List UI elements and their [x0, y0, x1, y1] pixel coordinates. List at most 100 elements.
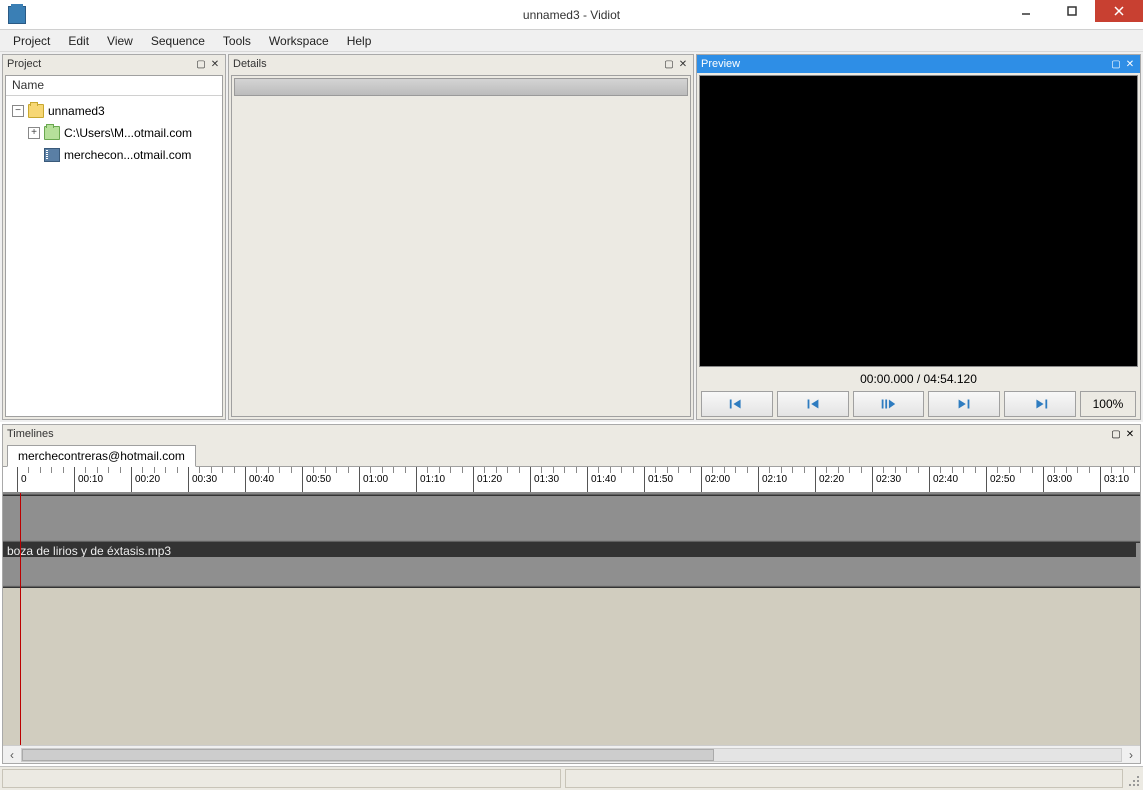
- ruler-tick: 01:50: [644, 467, 645, 493]
- timelines-panel-header[interactable]: Timelines ▢ ✕: [3, 425, 1140, 443]
- ruler-label: 02:00: [705, 474, 730, 485]
- menu-sequence[interactable]: Sequence: [142, 31, 214, 51]
- timeline-scrollbar[interactable]: ‹ ›: [3, 745, 1140, 763]
- ruler-tick: 0: [17, 467, 18, 493]
- scroll-track[interactable]: [21, 748, 1122, 762]
- details-panel: Details ▢ ✕: [228, 54, 694, 420]
- preview-panel-header[interactable]: Preview ▢ ✕: [697, 55, 1140, 73]
- clip-body: [3, 557, 1136, 585]
- play-pause-button[interactable]: [853, 391, 925, 417]
- ruler-tick: 02:10: [758, 467, 759, 493]
- timeline-tab[interactable]: merchecontreras@hotmail.com: [7, 445, 196, 467]
- menu-help[interactable]: Help: [338, 31, 381, 51]
- media-icon: [44, 148, 60, 162]
- ruler-tick: 03:00: [1043, 467, 1044, 493]
- ruler-label: 02:30: [876, 474, 901, 485]
- ruler-tick: 00:50: [302, 467, 303, 493]
- maximize-button[interactable]: [1049, 0, 1095, 22]
- ruler-label: 03:10: [1104, 474, 1129, 485]
- scroll-right-button[interactable]: ›: [1122, 747, 1140, 763]
- ruler-label: 01:20: [477, 474, 502, 485]
- tree-root-row[interactable]: − unnamed3: [8, 100, 220, 122]
- close-button[interactable]: [1095, 0, 1143, 22]
- menu-project[interactable]: Project: [4, 31, 59, 51]
- timelines-panel: Timelines ▢ ✕ merchecontreras@hotmail.co…: [2, 424, 1141, 764]
- ruler-label: 00:10: [78, 474, 103, 485]
- preview-panel-title: Preview: [701, 58, 1110, 70]
- audio-track[interactable]: boza de lirios y de éxtasis.mp3: [3, 543, 1140, 585]
- tree-media-label: merchecon...otmail.com: [64, 148, 191, 162]
- timeline-empty-area: [3, 588, 1140, 684]
- preview-video[interactable]: [699, 75, 1138, 367]
- panel-close-icon[interactable]: ✕: [1124, 58, 1136, 70]
- ruler-tick: 01:40: [587, 467, 588, 493]
- details-panel-title: Details: [233, 58, 663, 70]
- step-forward-button[interactable]: [928, 391, 1000, 417]
- ruler-label: 01:00: [363, 474, 388, 485]
- ruler-tick: 01:00: [359, 467, 360, 493]
- panel-dock-icon[interactable]: ▢: [663, 58, 675, 70]
- clip-label: boza de lirios y de éxtasis.mp3: [7, 544, 171, 558]
- panel-dock-icon[interactable]: ▢: [1110, 58, 1122, 70]
- go-end-button[interactable]: [1004, 391, 1076, 417]
- tree-folder-row[interactable]: + C:\Users\M...otmail.com: [8, 122, 220, 144]
- ruler-label: 00:30: [192, 474, 217, 485]
- video-track[interactable]: [3, 496, 1140, 540]
- panel-dock-icon[interactable]: ▢: [195, 58, 207, 70]
- ruler-tick: 01:30: [530, 467, 531, 493]
- menu-view[interactable]: View: [98, 31, 142, 51]
- resize-grip[interactable]: [1125, 767, 1143, 790]
- tree-media-row[interactable]: merchecon...otmail.com: [8, 144, 220, 166]
- project-panel-title: Project: [7, 58, 195, 70]
- ruler-label: 02:10: [762, 474, 787, 485]
- tree-root-label: unnamed3: [48, 104, 105, 118]
- details-panel-header[interactable]: Details ▢ ✕: [229, 55, 693, 73]
- project-panel: Project ▢ ✕ Name − unnamed3 + C:\Users\M…: [2, 54, 226, 420]
- ruler-label: 02:40: [933, 474, 958, 485]
- expand-icon[interactable]: +: [28, 127, 40, 139]
- ruler-label: 0: [21, 474, 27, 485]
- app-icon: [8, 6, 26, 24]
- audio-clip[interactable]: boza de lirios y de éxtasis.mp3: [3, 543, 1136, 585]
- workspace: Project ▢ ✕ Name − unnamed3 + C:\Users\M…: [0, 52, 1143, 422]
- window-title: unnamed3 - Vidiot: [523, 8, 620, 22]
- minimize-button[interactable]: [1003, 0, 1049, 22]
- ruler-label: 01:10: [420, 474, 445, 485]
- ruler-tick: 03:10: [1100, 467, 1101, 493]
- statusbar: [0, 766, 1143, 790]
- menu-tools[interactable]: Tools: [214, 31, 260, 51]
- panel-close-icon[interactable]: ✕: [1124, 428, 1136, 440]
- playhead[interactable]: [20, 493, 21, 745]
- menu-workspace[interactable]: Workspace: [260, 31, 338, 51]
- timeline-ruler[interactable]: 0 00:10 00:20 00:30 00:40 00:50 01:00 01:10 01:2…: [3, 467, 1140, 493]
- ruler-tick: 00:10: [74, 467, 75, 493]
- ruler-label: 01:30: [534, 474, 559, 485]
- ruler-tick: 02:40: [929, 467, 930, 493]
- ruler-label: 01:40: [591, 474, 616, 485]
- ruler-tick: 01:20: [473, 467, 474, 493]
- collapse-icon[interactable]: −: [12, 105, 24, 117]
- panel-close-icon[interactable]: ✕: [677, 58, 689, 70]
- ruler-tick: 00:30: [188, 467, 189, 493]
- ruler-tick: 00:40: [245, 467, 246, 493]
- panel-close-icon[interactable]: ✕: [209, 58, 221, 70]
- scroll-left-button[interactable]: ‹: [3, 747, 21, 763]
- status-cell-left: [2, 769, 561, 788]
- timeline-body[interactable]: 0 00:10 00:20 00:30 00:40 00:50 01:00 01:10 01:2…: [3, 467, 1140, 745]
- preview-zoom[interactable]: 100%: [1080, 391, 1136, 417]
- ruler-tick: 02:50: [986, 467, 987, 493]
- step-back-button[interactable]: [777, 391, 849, 417]
- ruler-tick: 01:10: [416, 467, 417, 493]
- scroll-thumb[interactable]: [22, 749, 714, 761]
- ruler-tick: 00:20: [131, 467, 132, 493]
- panel-dock-icon[interactable]: ▢: [1110, 428, 1122, 440]
- ruler-tick: 02:20: [815, 467, 816, 493]
- menu-edit[interactable]: Edit: [59, 31, 98, 51]
- menubar: Project Edit View Sequence Tools Workspa…: [0, 30, 1143, 52]
- folder-icon: [28, 104, 44, 118]
- ruler-label: 03:00: [1047, 474, 1072, 485]
- go-start-button[interactable]: [701, 391, 773, 417]
- tree-column-header[interactable]: Name: [6, 76, 222, 96]
- project-panel-header[interactable]: Project ▢ ✕: [3, 55, 225, 73]
- ruler-label: 01:50: [648, 474, 673, 485]
